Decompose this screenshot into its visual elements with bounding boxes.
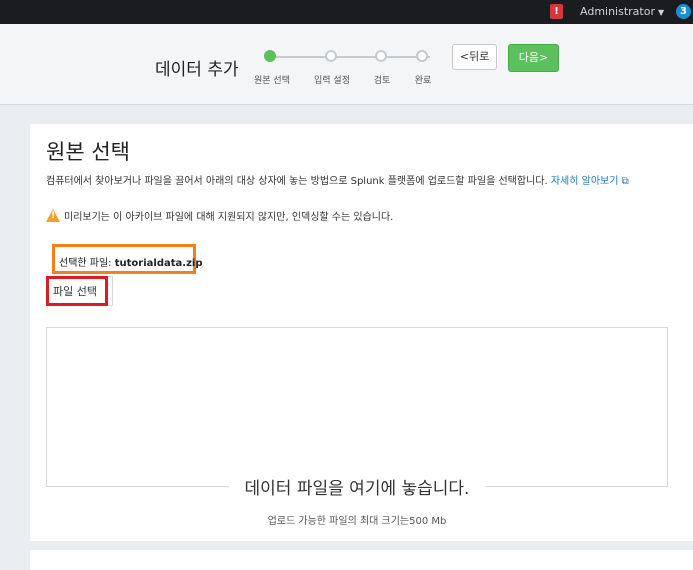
drop-text-wrap: 데이터 파일을 여기에 놓습니다.: [46, 474, 668, 504]
selected-file-name: tutorialdata.zip: [114, 258, 203, 269]
source-panel: 원본 선택 컴퓨터에서 찾아보거나 파일을 끌어서 아래의 대상 상자에 놓는 …: [30, 124, 693, 541]
description-text: 컴퓨터에서 찾아보거나 파일을 끌어서 아래의 대상 상자에 놓는 방법으로 S…: [46, 176, 548, 187]
back-button[interactable]: <뒤로: [452, 44, 497, 70]
section-title: 원본 선택: [46, 140, 130, 164]
step-progress: 원본 선택 입력 설정 검토 완료: [252, 44, 442, 94]
caret-down-icon: ▼: [658, 8, 665, 17]
warning-text: 미리보기는 이 아카이브 파일에 대해 지원되지 않지만, 인덱싱할 수는 있습…: [64, 212, 394, 223]
next-panel: [30, 550, 693, 570]
step-label-done: 완료: [414, 76, 432, 86]
drop-zone-text: 데이터 파일을 여기에 놓습니다.: [228, 474, 486, 499]
top-bar: ! Administrator ▼ 3: [0, 0, 693, 24]
step-label-review: 검토: [373, 76, 391, 86]
next-button[interactable]: 다음>: [508, 44, 559, 72]
wizard-header: 데이터 추가 원본 선택 입력 설정 검토 완료 <뒤로 다음>: [0, 24, 693, 105]
step-label-input: 입력 설정: [314, 76, 350, 86]
alert-icon[interactable]: !: [550, 4, 563, 19]
page-title: 데이터 추가: [155, 60, 239, 80]
user-name: Administrator: [580, 5, 655, 18]
user-menu[interactable]: Administrator ▼: [580, 4, 664, 20]
learn-more-link[interactable]: 자세히 알아보기 ⧉: [551, 176, 629, 187]
step-dot-done: [416, 50, 428, 62]
select-file-highlight: 파일 선택: [46, 276, 108, 306]
max-size-text: 업로드 가능한 파일의 최대 크기는500 Mb: [267, 516, 447, 527]
step-label-source: 원본 선택: [254, 76, 290, 86]
description: 컴퓨터에서 찾아보거나 파일을 끌어서 아래의 대상 상자에 놓는 방법으로 S…: [46, 172, 629, 187]
select-file-button[interactable]: 파일 선택: [53, 283, 97, 299]
step-dot-input: [325, 50, 337, 62]
drop-zone[interactable]: [46, 327, 668, 487]
step-dot-review: [375, 50, 387, 62]
step-dot-source: [264, 50, 276, 62]
notification-badge[interactable]: 3: [676, 4, 691, 19]
selected-file: 선택한 파일: tutorialdata.zip: [59, 254, 202, 269]
warning-icon: [46, 209, 60, 222]
selected-file-label: 선택한 파일:: [59, 258, 112, 269]
step-line: [270, 56, 430, 58]
select-file-button-edge: [108, 276, 113, 306]
warning-message: 미리보기는 이 아카이브 파일에 대해 지원되지 않지만, 인덱싱할 수는 있습…: [46, 208, 393, 223]
selected-file-highlight: 선택한 파일: tutorialdata.zip: [52, 244, 202, 274]
